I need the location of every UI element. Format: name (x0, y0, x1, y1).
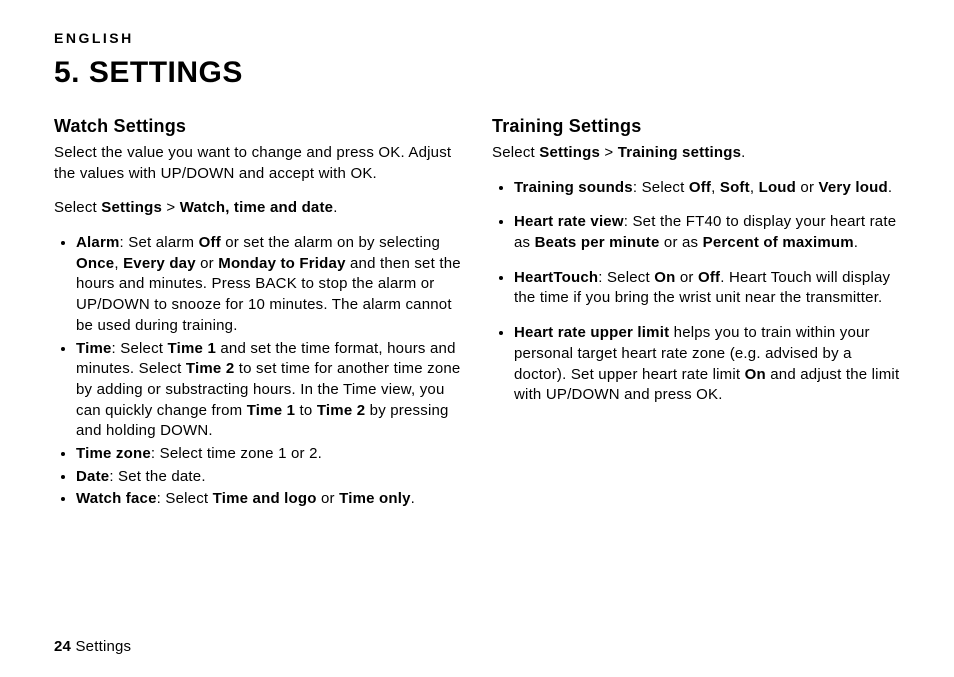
text: . (411, 490, 415, 507)
text: or (317, 490, 339, 507)
watch-intro-text: Select the value you want to change and … (54, 143, 462, 184)
text: . (741, 144, 745, 161)
hrlimit-label: Heart rate upper limit (514, 324, 669, 341)
list-item: Date: Set the date. (76, 467, 462, 488)
watch-settings-heading: Watch Settings (54, 116, 462, 137)
alarm-monfri: Monday to Friday (218, 255, 345, 272)
page: ENGLISH 5. SETTINGS Watch Settings Selec… (0, 0, 954, 677)
time1: Time 1 (247, 402, 295, 419)
text: . (854, 234, 858, 251)
alarm-off: Off (199, 234, 221, 251)
text: : Set alarm (120, 234, 199, 251)
training-select-path: Select Settings > Training settings. (492, 143, 900, 164)
text: or (675, 269, 697, 286)
path-settings: Settings (539, 144, 600, 161)
alarm-everyday: Every day (123, 255, 196, 272)
training-settings-heading: Training Settings (492, 116, 900, 137)
text: , (114, 255, 123, 272)
column-left: Watch Settings Select the value you want… (54, 112, 462, 638)
sounds-label: Training sounds (514, 179, 633, 196)
list-item: Training sounds: Select Off, Soft, Loud … (514, 178, 900, 199)
text: or (796, 179, 818, 196)
text: . (333, 199, 337, 216)
list-item: Alarm: Set alarm Off or set the alarm on… (76, 233, 462, 336)
hrview-label: Heart rate view (514, 213, 624, 230)
path-watch-time-date: Watch, time and date (180, 199, 333, 216)
text: : Select (633, 179, 689, 196)
text: : Select time zone 1 or 2. (151, 445, 322, 462)
time-label: Time (76, 340, 112, 357)
column-right: Training Settings Select Settings > Trai… (492, 112, 900, 638)
date-label: Date (76, 468, 109, 485)
time2: Time 2 (317, 402, 365, 419)
path-training-settings: Training settings (618, 144, 741, 161)
list-item: Heart rate view: Set the FT40 to display… (514, 212, 900, 253)
list-item: Time: Select Time 1 and set the time for… (76, 339, 462, 442)
watchface-opt2: Time only (339, 490, 411, 507)
text: or (196, 255, 218, 272)
list-item: Watch face: Select Time and logo or Time… (76, 489, 462, 510)
hearttouch-label: HeartTouch (514, 269, 598, 286)
footer-section: Settings (71, 638, 131, 655)
list-item: Time zone: Select time zone 1 or 2. (76, 444, 462, 465)
hrlimit-on: On (745, 366, 766, 383)
sounds-soft: Soft (720, 179, 750, 196)
hearttouch-off: Off (698, 269, 720, 286)
text: or as (660, 234, 703, 251)
watchface-label: Watch face (76, 490, 157, 507)
alarm-label: Alarm (76, 234, 120, 251)
time2: Time 2 (186, 360, 234, 377)
hrview-pct: Percent of maximum (703, 234, 854, 251)
text: . (888, 179, 892, 196)
time1: Time 1 (168, 340, 216, 357)
text: : Select (157, 490, 213, 507)
page-title: 5. SETTINGS (54, 56, 900, 90)
sounds-veryloud: Very loud (819, 179, 888, 196)
watchface-opt1: Time and logo (213, 490, 317, 507)
text: , (711, 179, 720, 196)
page-footer: 24 Settings (54, 638, 900, 655)
hrview-bpm: Beats per minute (535, 234, 660, 251)
text: to (295, 402, 317, 419)
training-settings-list: Training sounds: Select Off, Soft, Loud … (492, 178, 900, 406)
path-settings: Settings (101, 199, 162, 216)
text: or set the alarm on by selecting (221, 234, 440, 251)
list-item: HeartTouch: Select On or Off. Heart Touc… (514, 268, 900, 309)
content-columns: Watch Settings Select the value you want… (54, 112, 900, 638)
text: , (750, 179, 759, 196)
watch-select-path: Select Settings > Watch, time and date. (54, 198, 462, 219)
sounds-off: Off (689, 179, 711, 196)
text: > (600, 144, 618, 161)
list-item: Heart rate upper limit helps you to trai… (514, 323, 900, 406)
text: > (162, 199, 180, 216)
sounds-loud: Loud (759, 179, 796, 196)
text: : Select (598, 269, 654, 286)
text: : Set the date. (109, 468, 205, 485)
watch-settings-list: Alarm: Set alarm Off or set the alarm on… (54, 233, 462, 510)
hearttouch-on: On (654, 269, 675, 286)
text: Select (54, 199, 101, 216)
text: Select (492, 144, 539, 161)
timezone-label: Time zone (76, 445, 151, 462)
header-language: ENGLISH (54, 30, 900, 46)
alarm-once: Once (76, 255, 114, 272)
page-number: 24 (54, 638, 71, 655)
text: : Select (112, 340, 168, 357)
